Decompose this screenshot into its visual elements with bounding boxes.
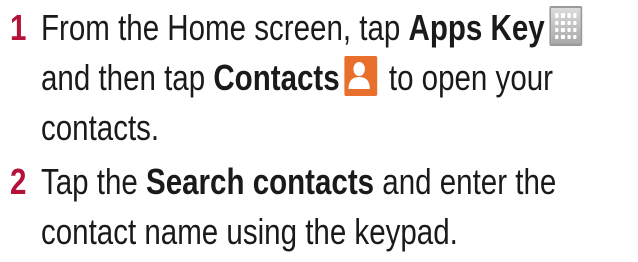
step-text-segment: to open your bbox=[380, 57, 553, 98]
step-number: 1 bbox=[10, 7, 27, 48]
step-line: contact name using the keypad. bbox=[41, 208, 533, 258]
step-line: contacts. bbox=[41, 104, 533, 154]
step-text-segment: Tap the bbox=[41, 161, 147, 202]
apps-grid-icon bbox=[549, 6, 583, 47]
step-text-segment: From the Home screen, tap bbox=[41, 7, 409, 48]
step-text: Tap the Search contacts and enter the co… bbox=[41, 158, 638, 258]
step-text: From the Home screen, tap Apps Key and t… bbox=[41, 4, 638, 154]
contacts-person-icon bbox=[344, 56, 378, 97]
step-text-segment: and enter the bbox=[374, 161, 557, 202]
step-line: and then tap Contacts to open your bbox=[41, 54, 553, 104]
step-line: Tap the Search contacts and enter the bbox=[41, 158, 556, 208]
step-text-segment: contacts. bbox=[41, 107, 160, 148]
step-line: From the Home screen, tap Apps Key bbox=[41, 4, 583, 54]
ui-term-apps-key: Apps Key bbox=[408, 7, 545, 48]
ui-term-contacts: Contacts bbox=[213, 57, 340, 98]
ui-term-search-contacts: Search contacts bbox=[146, 161, 375, 202]
step-text-segment: contact name using the keypad. bbox=[41, 211, 458, 252]
step-text-segment: and then tap bbox=[41, 57, 214, 98]
step-number: 2 bbox=[10, 161, 27, 202]
instruction-page: 1 From the Home screen, tap Apps Key and… bbox=[0, 0, 638, 262]
